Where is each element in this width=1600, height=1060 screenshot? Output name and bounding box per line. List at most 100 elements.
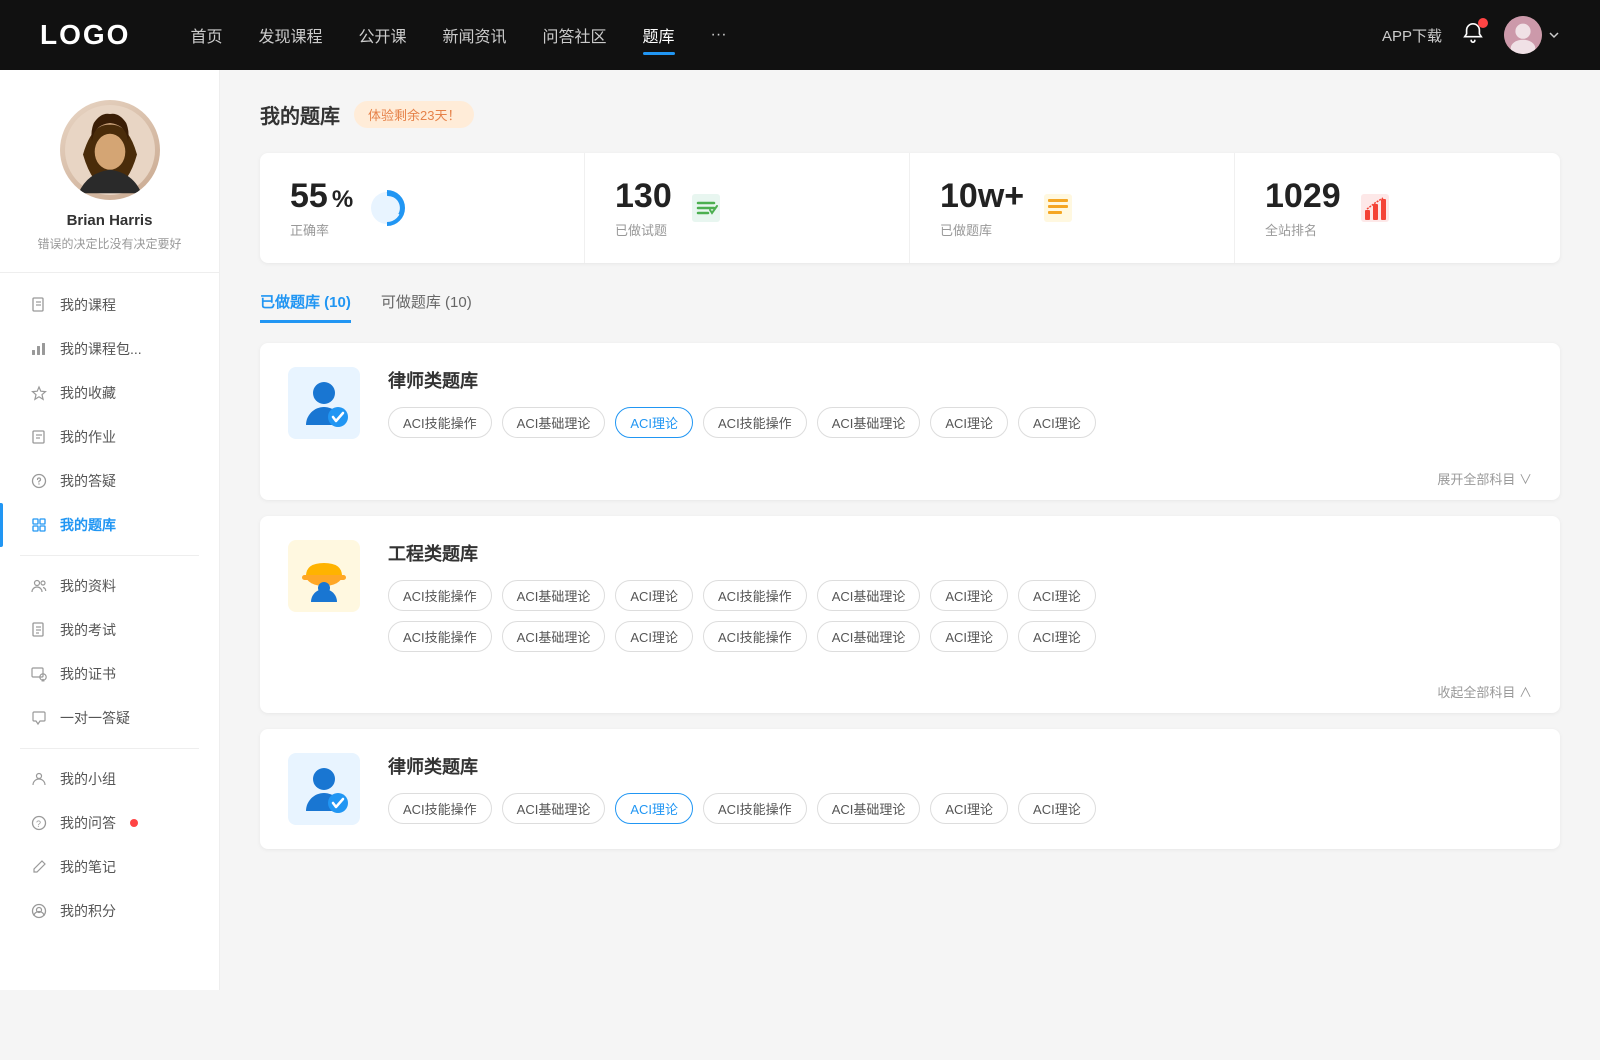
sidebar-item-my-notes[interactable]: 我的笔记 bbox=[0, 845, 219, 889]
sidebar-item-my-courses[interactable]: 我的课程 bbox=[0, 283, 219, 327]
tag-eng2-0[interactable]: ACI技能操作 bbox=[388, 621, 492, 652]
tag-lawyer-1-2[interactable]: ACI理论 bbox=[615, 407, 693, 438]
tag-lawyer-1-3[interactable]: ACI技能操作 bbox=[703, 407, 807, 438]
profile-image bbox=[65, 105, 155, 195]
tag-eng2-1[interactable]: ACI基础理论 bbox=[502, 621, 606, 652]
sidebar-item-my-qa[interactable]: ? 我的问答 bbox=[0, 801, 219, 845]
nav-qa[interactable]: 问答社区 bbox=[543, 19, 607, 51]
profile-motto: 错误的决定比没有决定要好 bbox=[20, 235, 199, 252]
tag-lawyer-2-2[interactable]: ACI理论 bbox=[615, 793, 693, 824]
nav-more[interactable]: ··· bbox=[711, 22, 727, 48]
sidebar-item-my-questions[interactable]: 我的答疑 bbox=[0, 459, 219, 503]
tag-lawyer-2-4[interactable]: ACI基础理论 bbox=[817, 793, 921, 824]
stat-rank-label: 全站排名 bbox=[1265, 220, 1341, 239]
avatar-image bbox=[1504, 16, 1542, 54]
stat-total-label: 已做题库 bbox=[940, 220, 1024, 239]
tag-eng-1[interactable]: ACI基础理论 bbox=[502, 580, 606, 611]
tag-eng-0[interactable]: ACI技能操作 bbox=[388, 580, 492, 611]
notification-bell[interactable] bbox=[1462, 22, 1484, 49]
sidebar-item-my-cert[interactable]: 我的证书 bbox=[0, 652, 219, 696]
sidebar-label-my-bank: 我的题库 bbox=[60, 515, 116, 535]
sidebar-item-course-package[interactable]: 我的课程包... bbox=[0, 327, 219, 371]
tag-lawyer-2-3[interactable]: ACI技能操作 bbox=[703, 793, 807, 824]
sidebar-label-my-courses: 我的课程 bbox=[60, 295, 116, 315]
sidebar-item-my-points[interactable]: 我的积分 bbox=[0, 889, 219, 933]
stat-rank: 1029 全站排名 bbox=[1235, 153, 1560, 263]
sidebar-item-my-profile[interactable]: 我的资料 bbox=[0, 564, 219, 608]
tag-lawyer-1-6[interactable]: ACI理论 bbox=[1018, 407, 1096, 438]
page-wrap: Brian Harris 错误的决定比没有决定要好 我的课程 我的课程包... bbox=[0, 70, 1600, 990]
avatar bbox=[1504, 16, 1542, 54]
nav-news[interactable]: 新闻资讯 bbox=[443, 19, 507, 51]
tab-done[interactable]: 已做题库 (10) bbox=[260, 291, 351, 323]
tag-eng-6[interactable]: ACI理论 bbox=[1018, 580, 1096, 611]
file-icon bbox=[30, 296, 48, 314]
nav-menu: 首页 发现课程 公开课 新闻资讯 问答社区 题库 ··· bbox=[190, 19, 1382, 51]
tag-eng2-5[interactable]: ACI理论 bbox=[930, 621, 1008, 652]
tag-eng2-6[interactable]: ACI理论 bbox=[1018, 621, 1096, 652]
sidebar-item-favorites[interactable]: 我的收藏 bbox=[0, 371, 219, 415]
bank-info-lawyer-2: 律师类题库 ACI技能操作 ACI基础理论 ACI理论 ACI技能操作 ACI基… bbox=[388, 753, 1532, 824]
bank-icon-lawyer-2 bbox=[288, 753, 360, 825]
sidebar-item-my-exam[interactable]: 我的考试 bbox=[0, 608, 219, 652]
tag-eng-5[interactable]: ACI理论 bbox=[930, 580, 1008, 611]
total-icon bbox=[1040, 190, 1076, 226]
tab-todo[interactable]: 可做题库 (10) bbox=[381, 291, 472, 323]
expand-link-engineer[interactable]: 收起全部科目 ∧ bbox=[260, 676, 1560, 713]
bank-info-lawyer-1: 律师类题库 ACI技能操作 ACI基础理论 ACI理论 ACI技能操作 ACI基… bbox=[388, 367, 1532, 438]
nav-question-bank[interactable]: 题库 bbox=[643, 19, 675, 51]
group-icon bbox=[30, 770, 48, 788]
tag-lawyer-2-0[interactable]: ACI技能操作 bbox=[388, 793, 492, 824]
tag-lawyer-2-6[interactable]: ACI理论 bbox=[1018, 793, 1096, 824]
tag-lawyer-1-0[interactable]: ACI技能操作 bbox=[388, 407, 492, 438]
tag-lawyer-2-5[interactable]: ACI理论 bbox=[930, 793, 1008, 824]
star-icon bbox=[30, 384, 48, 402]
nav-open-course[interactable]: 公开课 bbox=[358, 19, 406, 51]
sidebar-label-my-exam: 我的考试 bbox=[60, 620, 116, 640]
tag-lawyer-2-1[interactable]: ACI基础理论 bbox=[502, 793, 606, 824]
nav-home[interactable]: 首页 bbox=[190, 19, 222, 51]
sidebar-item-one-on-one[interactable]: 一对一答疑 bbox=[0, 696, 219, 740]
tag-eng2-3[interactable]: ACI技能操作 bbox=[703, 621, 807, 652]
bar-chart-icon bbox=[1357, 190, 1393, 226]
stat-done-value: 130 bbox=[615, 177, 672, 216]
tag-eng2-2[interactable]: ACI理论 bbox=[615, 621, 693, 652]
sidebar-label-my-profile: 我的资料 bbox=[60, 576, 116, 596]
person-group-icon bbox=[30, 577, 48, 595]
tag-eng-3[interactable]: ACI技能操作 bbox=[703, 580, 807, 611]
bank-card-lawyer-2: 律师类题库 ACI技能操作 ACI基础理论 ACI理论 ACI技能操作 ACI基… bbox=[260, 729, 1560, 849]
bank-title-lawyer-2: 律师类题库 bbox=[388, 753, 1532, 779]
tag-lawyer-1-4[interactable]: ACI基础理论 bbox=[817, 407, 921, 438]
divider-1 bbox=[20, 555, 199, 556]
sidebar-label-my-cert: 我的证书 bbox=[60, 664, 116, 684]
question-circle-icon bbox=[30, 472, 48, 490]
sidebar-item-my-bank[interactable]: 我的题库 bbox=[0, 503, 219, 547]
points-icon bbox=[30, 902, 48, 920]
tag-eng-4[interactable]: ACI基础理论 bbox=[817, 580, 921, 611]
tag-lawyer-1-5[interactable]: ACI理论 bbox=[930, 407, 1008, 438]
app-download-button[interactable]: APP下载 bbox=[1382, 25, 1442, 46]
sidebar-menu: 我的课程 我的课程包... 我的收藏 我的作业 bbox=[0, 273, 219, 943]
sidebar-label-my-points: 我的积分 bbox=[60, 901, 116, 921]
sidebar-item-homework[interactable]: 我的作业 bbox=[0, 415, 219, 459]
sidebar-label-my-notes: 我的笔记 bbox=[60, 857, 116, 877]
nav-discover[interactable]: 发现课程 bbox=[258, 19, 322, 51]
expand-link-lawyer-1[interactable]: 展开全部科目 ∨ bbox=[260, 463, 1560, 500]
page-header: 我的题库 体验剩余23天！ bbox=[260, 100, 1560, 129]
bank-card-engineer: 工程类题库 ACI技能操作 ACI基础理论 ACI理论 ACI技能操作 ACI基… bbox=[260, 516, 1560, 713]
lawyer-icon bbox=[296, 375, 352, 431]
sidebar-profile: Brian Harris 错误的决定比没有决定要好 bbox=[0, 100, 219, 273]
stat-total: 10w+ 已做题库 bbox=[910, 153, 1235, 263]
sidebar-item-my-group[interactable]: 我的小组 bbox=[0, 757, 219, 801]
qa-red-dot bbox=[130, 819, 138, 827]
bank-card-lawyer-1: 律师类题库 ACI技能操作 ACI基础理论 ACI理论 ACI技能操作 ACI基… bbox=[260, 343, 1560, 500]
tag-eng2-4[interactable]: ACI基础理论 bbox=[817, 621, 921, 652]
tags-row-engineer-1: ACI技能操作 ACI基础理论 ACI理论 ACI技能操作 ACI基础理论 AC… bbox=[388, 580, 1532, 611]
tag-eng-2[interactable]: ACI理论 bbox=[615, 580, 693, 611]
rank-icon bbox=[1357, 190, 1393, 226]
stat-accuracy-unit: % bbox=[332, 186, 353, 214]
qa-icon: ? bbox=[30, 814, 48, 832]
grid-icon bbox=[30, 516, 48, 534]
user-avatar[interactable] bbox=[1504, 16, 1560, 54]
tag-lawyer-1-1[interactable]: ACI基础理论 bbox=[502, 407, 606, 438]
